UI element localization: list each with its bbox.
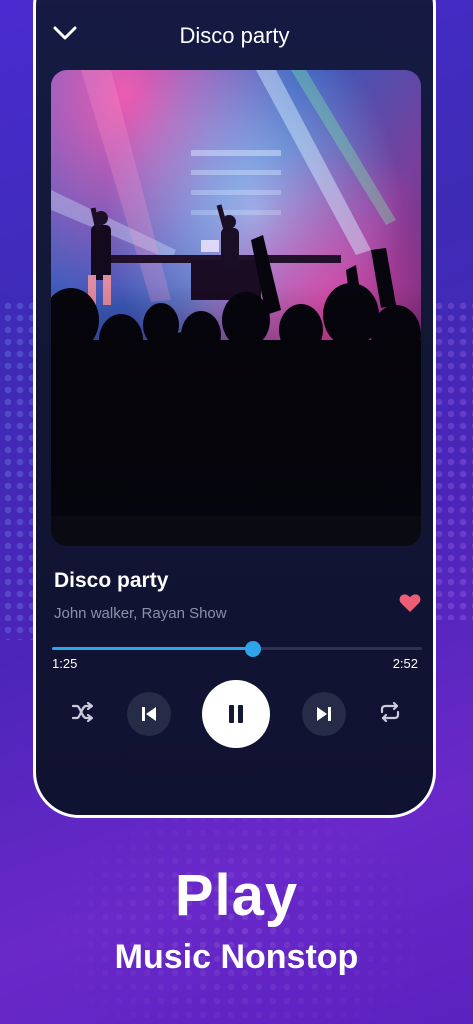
skip-next-icon <box>317 707 331 721</box>
promo-subheadline: Music Nonstop <box>114 938 359 976</box>
phone-mockup: Disco party Disco party John walker, Ray… <box>33 0 436 818</box>
promo-headline: Play <box>174 863 299 928</box>
elapsed-time: 1:25 <box>52 656 78 671</box>
heart-icon[interactable] <box>399 593 421 613</box>
song-artist: John walker, Rayan Show <box>54 605 227 622</box>
skip-previous-icon <box>142 707 156 721</box>
now-playing-title: Disco party <box>179 23 290 48</box>
album-artwork <box>51 70 421 546</box>
previous-button[interactable] <box>127 692 171 736</box>
play-pause-button[interactable] <box>202 680 270 748</box>
progress-slider[interactable] <box>52 641 422 657</box>
shuffle-button[interactable] <box>68 697 98 727</box>
next-button[interactable] <box>302 692 346 736</box>
progress-fill <box>52 647 254 650</box>
shuffle-icon <box>71 701 94 723</box>
pause-icon <box>229 705 243 723</box>
song-title: Disco party <box>54 569 169 592</box>
player-header: Disco party <box>36 3 433 75</box>
repeat-icon <box>380 701 400 723</box>
total-time: 2:52 <box>392 656 418 671</box>
progress-thumb[interactable] <box>245 641 262 657</box>
repeat-button[interactable] <box>375 697 405 727</box>
background-dot-pattern-right <box>433 300 473 620</box>
